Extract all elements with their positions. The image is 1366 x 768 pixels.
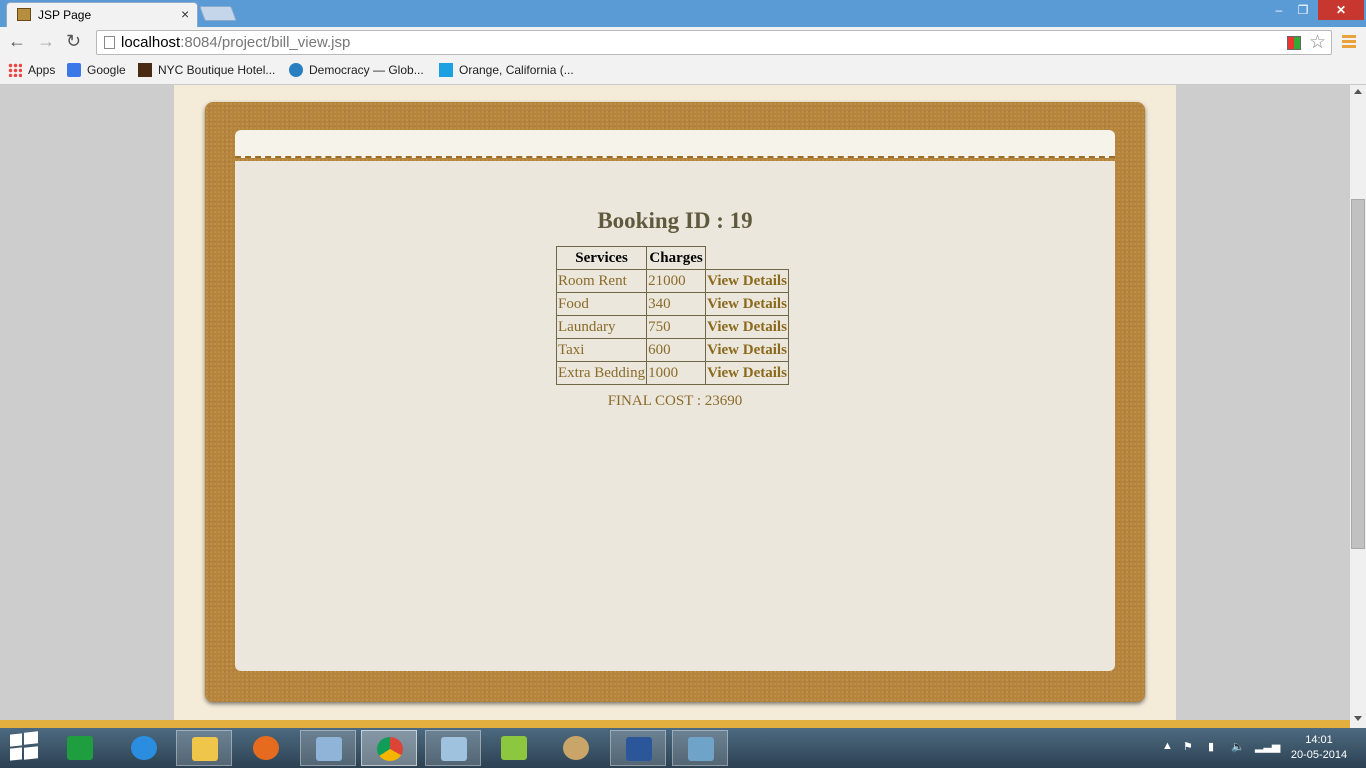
service-cell: Extra Bedding bbox=[555, 361, 648, 385]
bookmark-star-icon[interactable]: ☆ bbox=[1309, 31, 1326, 54]
table-row: Taxi 600 View Details bbox=[555, 338, 789, 362]
charge-cell: 1000 bbox=[646, 361, 707, 385]
table-row: Food 340 View Details bbox=[555, 292, 789, 316]
action-center-flag-icon[interactable]: ⚑ bbox=[1183, 740, 1193, 753]
page-info-icon[interactable] bbox=[104, 36, 115, 49]
column-header-services: Services bbox=[555, 246, 648, 270]
table-row: Laundary 750 View Details bbox=[555, 315, 789, 339]
charge-cell: 21000 bbox=[646, 269, 707, 293]
address-bar[interactable]: localhost:8084/project/bill_view.jsp ☆ bbox=[96, 30, 1332, 55]
page-favicon-icon bbox=[17, 8, 31, 21]
new-tab-button[interactable] bbox=[199, 6, 237, 21]
restore-button[interactable]: ❐ bbox=[1294, 0, 1312, 20]
column-header-charges: Charges bbox=[646, 246, 707, 270]
windows-start-icon[interactable] bbox=[10, 731, 38, 762]
view-details-link[interactable]: View Details bbox=[705, 292, 789, 316]
content-panel: Booking ID : 19 Services Charges Room Re… bbox=[235, 161, 1115, 671]
service-cell: Food bbox=[555, 292, 648, 316]
view-details-link[interactable]: View Details bbox=[705, 338, 789, 362]
service-cell: Laundary bbox=[555, 315, 648, 339]
service-cell: Room Rent bbox=[555, 269, 648, 293]
charge-cell: 750 bbox=[646, 315, 707, 339]
volume-icon[interactable]: 🔈 bbox=[1231, 740, 1245, 753]
bookmarks-bar: Apps Google NYC Boutique Hotel... Democr… bbox=[0, 58, 1366, 85]
network-icon[interactable]: ▂▃▅ bbox=[1255, 740, 1280, 753]
minimize-button[interactable]: – bbox=[1270, 0, 1288, 20]
scroll-up-arrow-icon[interactable] bbox=[1354, 89, 1362, 94]
chrome-menu-icon[interactable] bbox=[1342, 35, 1356, 49]
hc-icon bbox=[138, 63, 152, 77]
service-cell: Taxi bbox=[555, 338, 648, 362]
bill-table: Services Charges Room Rent 21000 View De… bbox=[555, 246, 789, 385]
file-explorer-taskbar-icon[interactable] bbox=[176, 730, 232, 766]
paint-taskbar-icon[interactable] bbox=[548, 730, 604, 766]
vertical-scrollbar[interactable] bbox=[1350, 85, 1366, 728]
charge-cell: 600 bbox=[646, 338, 707, 362]
back-icon[interactable]: ← bbox=[8, 31, 26, 52]
scroll-thumb[interactable] bbox=[1351, 199, 1365, 549]
final-cost: FINAL COST : 23690 bbox=[607, 393, 743, 409]
store-taskbar-icon[interactable] bbox=[52, 730, 108, 766]
header-strip bbox=[235, 130, 1115, 158]
view-details-link[interactable]: View Details bbox=[705, 269, 789, 293]
table-header-row: Services Charges bbox=[555, 246, 789, 270]
show-hidden-icons-icon[interactable]: ▲ bbox=[1162, 740, 1173, 752]
table-row: Room Rent 21000 View Details bbox=[555, 269, 789, 293]
browser-title-bar: JSP Page × – ❐ ✕ bbox=[0, 0, 1366, 27]
view-details-link[interactable]: View Details bbox=[705, 315, 789, 339]
f-icon bbox=[439, 63, 453, 77]
apps-grid-icon bbox=[8, 63, 22, 77]
notepad-plus-taskbar-icon[interactable] bbox=[486, 730, 542, 766]
reload-icon[interactable]: ↻ bbox=[66, 31, 81, 52]
remote-desktop-taskbar-icon[interactable] bbox=[425, 730, 481, 766]
windows-taskbar: ▲ ⚑ ▮ 🔈 ▂▃▅ 14:01 20-05-2014 bbox=[0, 728, 1366, 768]
page-bottom-strip bbox=[0, 720, 1350, 728]
browser-toolbar: ← → ↻ localhost:8084/project/bill_view.j… bbox=[0, 27, 1366, 58]
tab-close-icon[interactable]: × bbox=[181, 6, 189, 22]
url-text[interactable]: localhost:8084/project/bill_view.jsp bbox=[121, 34, 350, 51]
google-icon bbox=[67, 63, 81, 77]
firefox-taskbar-icon[interactable] bbox=[238, 730, 294, 766]
close-window-button[interactable]: ✕ bbox=[1318, 0, 1364, 20]
bookmark-google[interactable]: Google bbox=[67, 63, 126, 77]
scroll-down-arrow-icon[interactable] bbox=[1354, 716, 1362, 721]
chrome-taskbar-icon[interactable] bbox=[361, 730, 417, 766]
photos-taskbar-icon[interactable] bbox=[672, 730, 728, 766]
clock-time: 14:01 bbox=[1305, 734, 1333, 746]
globe-icon bbox=[289, 63, 303, 77]
bookmark-nyc-hotel[interactable]: NYC Boutique Hotel... bbox=[138, 63, 275, 77]
battery-icon[interactable]: ▮ bbox=[1208, 740, 1214, 753]
booking-title: Booking ID : 19 bbox=[597, 208, 753, 233]
page-viewport: Booking ID : 19 Services Charges Room Re… bbox=[0, 85, 1350, 720]
charge-cell: 340 bbox=[646, 292, 707, 316]
cork-frame: Booking ID : 19 Services Charges Room Re… bbox=[205, 102, 1145, 702]
tab-title: JSP Page bbox=[38, 8, 92, 22]
clock-date: 20-05-2014 bbox=[1290, 749, 1348, 761]
internet-explorer-taskbar-icon[interactable] bbox=[116, 730, 172, 766]
view-details-link[interactable]: View Details bbox=[705, 361, 789, 385]
word-taskbar-icon[interactable] bbox=[610, 730, 666, 766]
browser-tab[interactable]: JSP Page × bbox=[6, 2, 198, 27]
bookmark-apps[interactable]: Apps bbox=[8, 63, 55, 77]
system-clock[interactable]: 14:01 20-05-2014 bbox=[1284, 733, 1354, 763]
bookmark-orange-california[interactable]: Orange, California (... bbox=[439, 63, 574, 77]
bookmark-democracy[interactable]: Democracy — Glob... bbox=[289, 63, 424, 77]
column-header-blank bbox=[706, 247, 789, 270]
virtualbox-taskbar-icon[interactable] bbox=[300, 730, 356, 766]
forward-icon[interactable]: → bbox=[37, 31, 55, 52]
extension-icon[interactable] bbox=[1287, 36, 1301, 50]
table-row: Extra Bedding 1000 View Details bbox=[555, 361, 789, 385]
